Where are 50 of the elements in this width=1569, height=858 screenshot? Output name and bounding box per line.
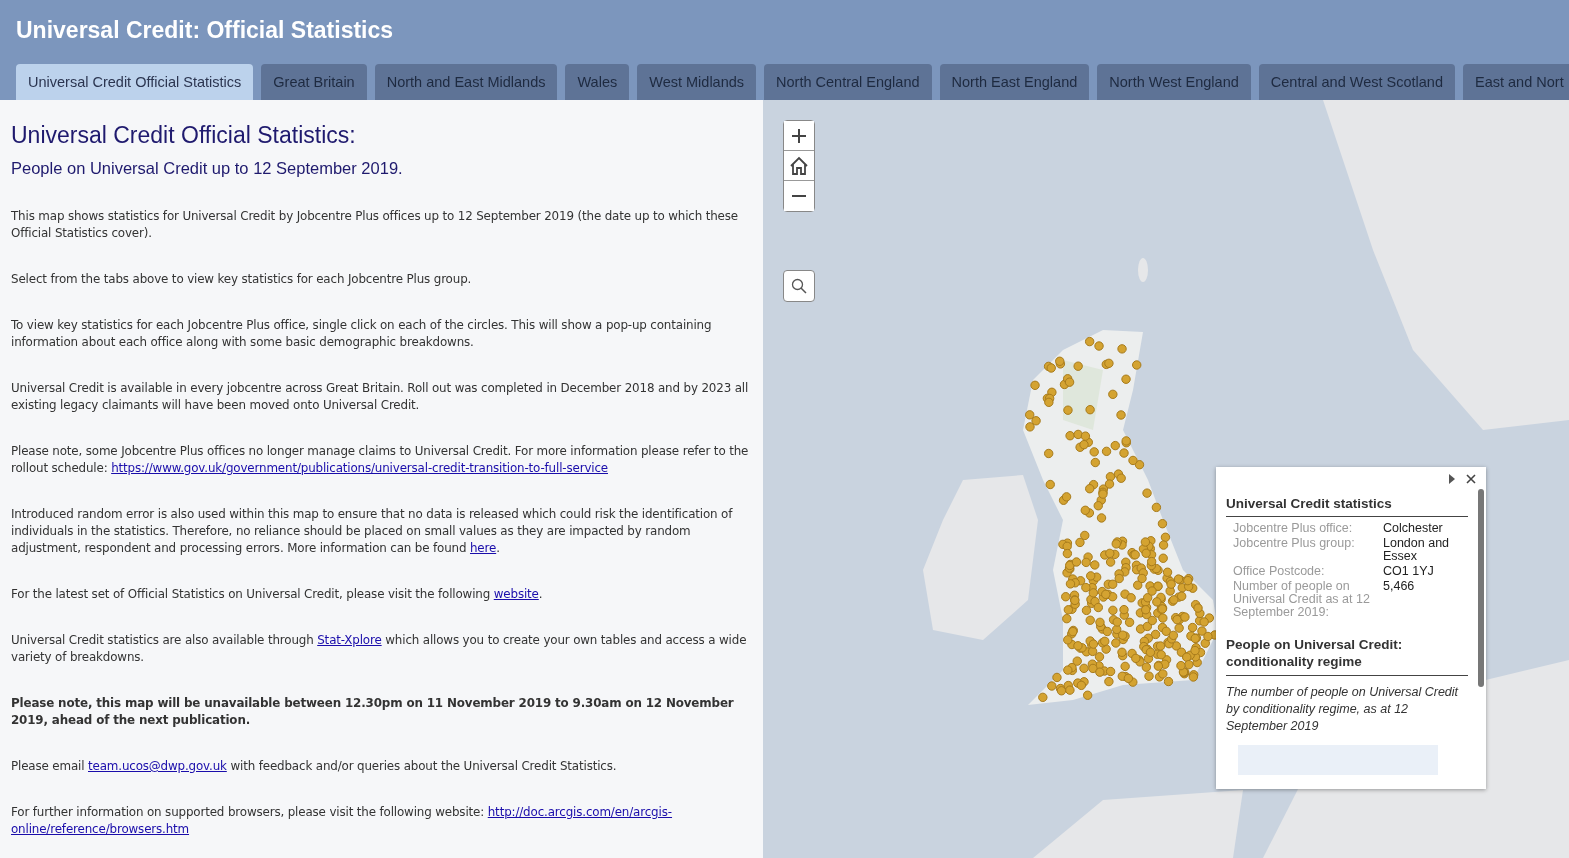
zoom-in-button[interactable] bbox=[784, 121, 814, 151]
paragraph: Select from the tabs above to view key statistics for each Jobcentre Plus group. bbox=[11, 271, 473, 288]
field-value: Colchester bbox=[1383, 522, 1444, 535]
search-icon bbox=[791, 278, 807, 294]
field-value: London and Essex bbox=[1383, 537, 1451, 563]
minus-icon bbox=[791, 195, 807, 197]
tab[interactable]: Central and West Scotland bbox=[1258, 64, 1455, 100]
section-title: People on Universal Credit: conditionality regime bbox=[1226, 636, 1468, 676]
link[interactable]: Stat-Xplore bbox=[317, 633, 382, 647]
field-label: Jobcentre Plus group: bbox=[1233, 537, 1356, 552]
app-title: Universal Credit: Official Statistics bbox=[16, 16, 394, 44]
panel-heading: Universal Credit Official Statistics: bbox=[11, 122, 357, 149]
field-label: Jobcentre Plus office: bbox=[1233, 522, 1354, 535]
field-value: CO1 1YJ bbox=[1383, 565, 1435, 578]
field-label: Office Postcode: bbox=[1233, 565, 1326, 578]
paragraph: Please note, some Jobcentre Plus offices no longer manage claims to Universal Credit. For more information please refer to the rollout schedule: https://www.gov.uk/government/publications/universal-credit-transition-to-full-service bbox=[11, 443, 750, 477]
paragraph: For further information on supported browsers, please visit the following website: http://doc.arcgis.com/en/arcgis- online/reference/browsers.htm bbox=[11, 804, 674, 838]
paragraph: For the latest set of Official Statistics on Universal Credit, please visit the following website. bbox=[11, 586, 544, 603]
link[interactable]: team.ucos@dwp.gov.uk bbox=[88, 759, 227, 773]
panel-subheading: People on Universal Credit up to 12 September 2019. bbox=[11, 159, 404, 178]
field-label: Number of people on Universal Credit as at 12 September 2019: bbox=[1233, 580, 1371, 619]
paragraph: Universal Credit statistics are also available through Stat-Xplore which allows you to create your own tables and access a wide variety of breakdowns. bbox=[11, 632, 748, 666]
close-icon bbox=[1466, 474, 1476, 484]
paragraph: Please note, this map will be unavailable between 12.30pm on 11 November 2019 to 9.30am on 12 November 2019, ahead of the next publication. bbox=[11, 695, 735, 729]
link[interactable]: https://www.gov.uk/government/publications/universal-credit-transition-to-full-service bbox=[111, 461, 608, 475]
paragraph: This map shows statistics for Universal Credit by Jobcentre Plus offices up to 12 September 2019 (the date up to which these Official Statistics cover). bbox=[11, 208, 739, 242]
search-button[interactable] bbox=[783, 270, 815, 302]
tab[interactable]: Wales bbox=[565, 64, 630, 100]
tab[interactable]: Universal Credit Official Statistics bbox=[16, 64, 254, 100]
tab[interactable]: North West England bbox=[1097, 64, 1251, 100]
close-button[interactable] bbox=[1464, 472, 1478, 486]
tab[interactable]: Great Britain bbox=[261, 64, 367, 100]
tab[interactable]: East and Nort bbox=[1463, 64, 1569, 100]
paragraph: To view key statistics for each Jobcentre Plus office, single click on each of the circles. This will show a pop-up containing information about each office along with some basic demographic breakdowns. bbox=[11, 317, 713, 351]
tab[interactable]: North East England bbox=[939, 64, 1090, 100]
home-icon bbox=[789, 155, 809, 176]
play-icon bbox=[1448, 474, 1456, 484]
tab[interactable]: North Central England bbox=[764, 64, 932, 100]
field-value: 5,466 bbox=[1383, 580, 1416, 595]
paragraph: Please email team.ucos@dwp.gov.uk with feedback and/or queries about the Universal Credit Statistics. bbox=[11, 758, 618, 775]
plus-icon bbox=[791, 127, 807, 144]
link[interactable]: online/reference/browsers.htm bbox=[11, 822, 190, 836]
link[interactable]: http://doc.arcgis.com/en/arcgis- bbox=[487, 805, 673, 819]
paragraph: Introduced random error is also used within this map to ensure that no data is released which could risk the identification of individuals in the statistics. Therefore, no reliance should be placed on small values as they are impacted by random adjustment, respondent and processing errors. More information can be found here. bbox=[11, 506, 734, 557]
section-text: The number of people on Universal Credit by conditionality regime, as at 12 September 2019 bbox=[1226, 684, 1460, 735]
popup-title: Universal Credit statistics bbox=[1226, 496, 1468, 517]
link[interactable]: website bbox=[493, 587, 539, 601]
tab[interactable]: West Midlands bbox=[637, 64, 757, 100]
tab[interactable]: North and East Midlands bbox=[374, 64, 558, 100]
paragraph: Universal Credit is available in every jobcentre across Great Britain. Roll out was completed in December 2018 and by 2023 all existing legacy claimants will have been moved onto Universal Credit. bbox=[11, 380, 750, 414]
